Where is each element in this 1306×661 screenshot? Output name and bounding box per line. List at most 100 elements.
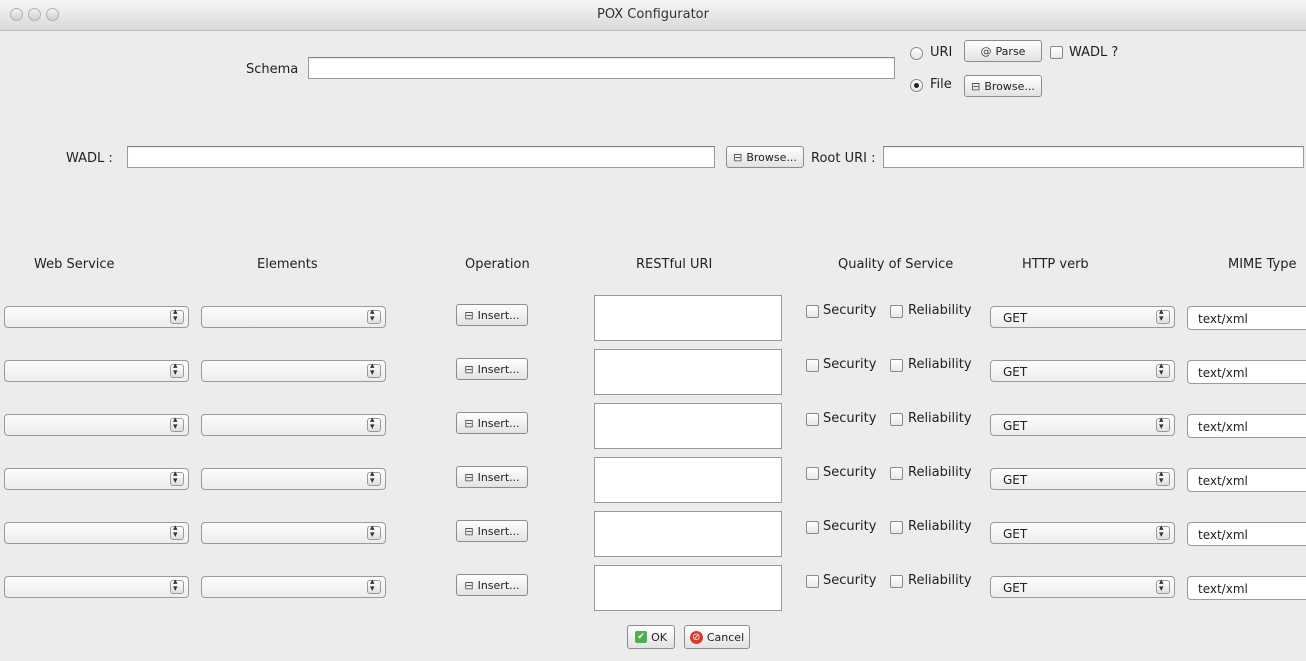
http-verb-select[interactable]: GET xyxy=(990,414,1175,436)
file-radio[interactable] xyxy=(910,79,923,92)
folder-icon: ⊟ xyxy=(464,524,474,538)
chevron-updown-icon xyxy=(170,415,184,432)
web-service-select[interactable] xyxy=(4,414,189,436)
uri-radio[interactable] xyxy=(910,47,923,60)
security-checkbox[interactable] xyxy=(806,575,819,588)
http-verb-select[interactable]: GET xyxy=(990,468,1175,490)
mime-type-select[interactable]: text/xml xyxy=(1187,576,1306,600)
mime-type-value: text/xml xyxy=(1198,582,1248,596)
mime-type-value: text/xml xyxy=(1198,366,1248,380)
insert-operation-button[interactable]: ⊟ Insert... xyxy=(456,304,528,326)
web-service-select[interactable] xyxy=(4,522,189,544)
chevron-updown-icon xyxy=(367,577,381,594)
mime-type-select[interactable]: text/xml xyxy=(1187,306,1306,330)
security-checkbox[interactable] xyxy=(806,467,819,480)
web-service-select[interactable] xyxy=(4,576,189,598)
insert-operation-button[interactable]: ⊟ Insert... xyxy=(456,358,528,380)
chevron-updown-icon xyxy=(367,523,381,540)
restful-uri-textarea[interactable] xyxy=(594,403,782,449)
reliability-checkbox[interactable] xyxy=(890,359,903,372)
schema-label: Schema xyxy=(246,62,299,77)
restful-uri-textarea[interactable] xyxy=(594,295,782,341)
http-verb-select[interactable]: GET xyxy=(990,360,1175,382)
elements-select[interactable] xyxy=(201,360,386,382)
schema-browse-button[interactable]: ⊟ Browse... xyxy=(964,75,1042,97)
elements-select[interactable] xyxy=(201,468,386,490)
security-label: Security xyxy=(823,465,877,480)
insert-button-label: Insert... xyxy=(477,524,520,538)
insert-operation-button[interactable]: ⊟ Insert... xyxy=(456,466,528,488)
mime-type-select[interactable]: text/xml xyxy=(1187,360,1306,384)
header-elements: Elements xyxy=(257,257,318,272)
wadl-browse-button[interactable]: ⊟ Browse... xyxy=(726,146,804,168)
parse-button[interactable]: @ Parse xyxy=(964,40,1042,62)
elements-select[interactable] xyxy=(201,522,386,544)
elements-select[interactable] xyxy=(201,576,386,598)
http-verb-select[interactable]: GET xyxy=(990,306,1175,328)
chevron-updown-icon xyxy=(367,361,381,378)
mime-type-select[interactable]: text/xml xyxy=(1187,522,1306,546)
chevron-updown-icon xyxy=(1156,361,1170,378)
chevron-updown-icon xyxy=(1156,523,1170,540)
security-checkbox[interactable] xyxy=(806,521,819,534)
mime-type-value: text/xml xyxy=(1198,528,1248,542)
ok-button[interactable]: ✔ OK xyxy=(627,625,675,649)
wadl-checkbox[interactable] xyxy=(1050,46,1063,59)
reliability-label: Reliability xyxy=(908,357,972,372)
chevron-updown-icon xyxy=(1156,577,1170,594)
http-verb-select[interactable]: GET xyxy=(990,522,1175,544)
chevron-updown-icon xyxy=(170,469,184,486)
web-service-select[interactable] xyxy=(4,468,189,490)
web-service-select[interactable] xyxy=(4,360,189,382)
reliability-checkbox[interactable] xyxy=(890,305,903,318)
http-verb-select[interactable]: GET xyxy=(990,576,1175,598)
cancel-button[interactable]: ⊘ Cancel xyxy=(684,625,750,649)
schema-input[interactable] xyxy=(308,57,895,79)
insert-operation-button[interactable]: ⊟ Insert... xyxy=(456,520,528,542)
restful-uri-textarea[interactable] xyxy=(594,349,782,395)
security-checkbox[interactable] xyxy=(806,413,819,426)
insert-button-label: Insert... xyxy=(477,578,520,592)
web-service-select[interactable] xyxy=(4,306,189,328)
restful-uri-textarea[interactable] xyxy=(594,457,782,503)
root-uri-label: Root URI : xyxy=(811,151,876,166)
wadl-input[interactable] xyxy=(127,146,715,168)
reliability-label: Reliability xyxy=(908,303,972,318)
pox-configurator-window: POX Configurator Schema URI File @ Parse… xyxy=(0,0,1306,661)
restful-uri-textarea[interactable] xyxy=(594,565,782,611)
insert-button-label: Insert... xyxy=(477,470,520,484)
mime-type-value: text/xml xyxy=(1198,312,1248,326)
reliability-checkbox[interactable] xyxy=(890,575,903,588)
folder-icon: ⊟ xyxy=(464,362,474,376)
http-verb-value: GET xyxy=(1003,473,1028,487)
chevron-updown-icon xyxy=(1156,307,1170,324)
elements-select[interactable] xyxy=(201,306,386,328)
chevron-updown-icon xyxy=(1156,415,1170,432)
mime-type-value: text/xml xyxy=(1198,474,1248,488)
security-label: Security xyxy=(823,411,877,426)
http-verb-value: GET xyxy=(1003,527,1028,541)
security-checkbox[interactable] xyxy=(806,305,819,318)
insert-operation-button[interactable]: ⊟ Insert... xyxy=(456,412,528,434)
restful-uri-textarea[interactable] xyxy=(594,511,782,557)
reliability-checkbox[interactable] xyxy=(890,467,903,480)
schema-browse-label: Browse... xyxy=(984,79,1035,93)
mime-type-select[interactable]: text/xml xyxy=(1187,414,1306,438)
chevron-updown-icon xyxy=(170,307,184,324)
chevron-updown-icon xyxy=(170,523,184,540)
folder-icon: ⊟ xyxy=(464,308,474,322)
mime-type-select[interactable]: text/xml xyxy=(1187,468,1306,492)
security-label: Security xyxy=(823,573,877,588)
root-uri-input[interactable] xyxy=(883,146,1304,168)
insert-operation-button[interactable]: ⊟ Insert... xyxy=(456,574,528,596)
security-checkbox[interactable] xyxy=(806,359,819,372)
reliability-checkbox[interactable] xyxy=(890,413,903,426)
insert-button-label: Insert... xyxy=(477,308,520,322)
window-title: POX Configurator xyxy=(597,7,709,22)
elements-select[interactable] xyxy=(201,414,386,436)
chevron-updown-icon xyxy=(367,307,381,324)
reliability-checkbox[interactable] xyxy=(890,521,903,534)
insert-button-label: Insert... xyxy=(477,362,520,376)
reliability-label: Reliability xyxy=(908,519,972,534)
http-verb-value: GET xyxy=(1003,581,1028,595)
